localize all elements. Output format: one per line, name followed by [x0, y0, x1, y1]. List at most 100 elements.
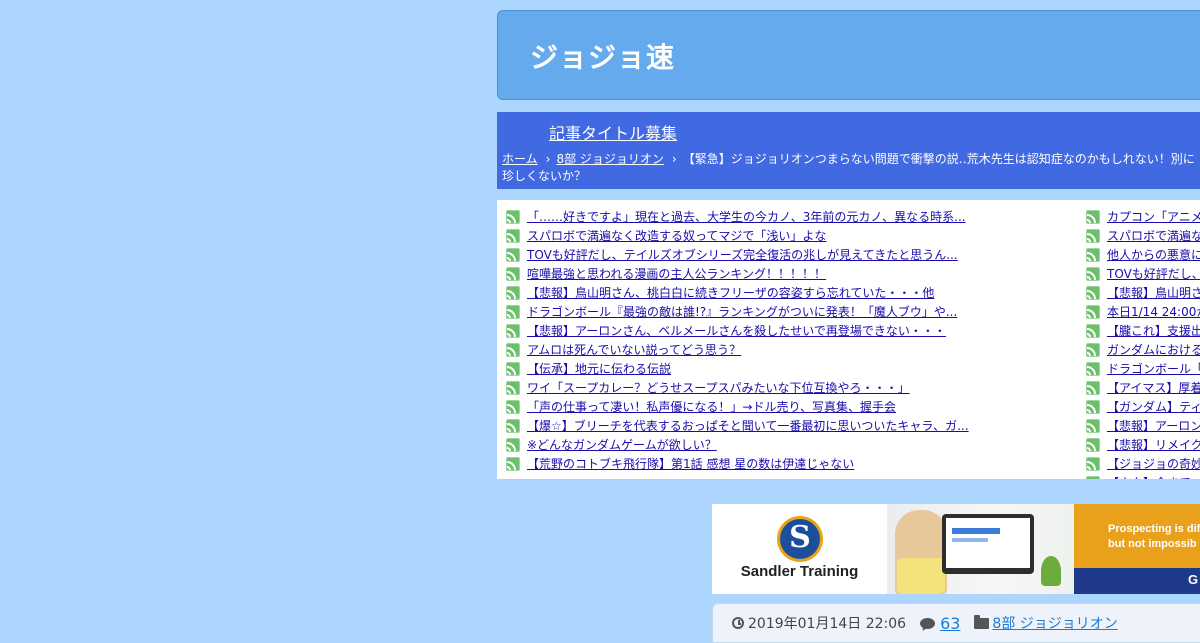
article-meta: 2019年01月14日 22:06 63 8部 ジョジョリオン — [712, 603, 1200, 643]
rss-right-link[interactable]: 【ジョジョの奇妙 — [1107, 455, 1200, 472]
rss-right-link[interactable]: TOVも好評だし、 — [1107, 265, 1200, 282]
rss-left-link[interactable]: アムロは死んでいない説ってどう思う？ — [527, 341, 741, 358]
rss-icon — [1086, 304, 1100, 319]
rss-icon — [1086, 342, 1100, 357]
rss-right-item: スパロボで満遍な — [1086, 226, 1200, 245]
rss-left-item: スパロボで満遍なく改造する奴ってマジで「浅い」よな — [506, 226, 1066, 245]
rss-right-item: 【悲報】リメイク — [1086, 435, 1200, 454]
rss-right-link[interactable]: ガンダムにおける — [1107, 341, 1200, 358]
ad-cta-line2: but not impossib — [1108, 538, 1197, 550]
folder-icon — [974, 614, 990, 629]
sandler-logo-icon: S — [777, 516, 823, 562]
rss-right-link[interactable]: 本日1/14 24:00か — [1107, 303, 1200, 320]
rss-right-item: 【ネタ】今まで — [1086, 473, 1200, 479]
rss-right-item: 【ジョジョの奇妙 — [1086, 454, 1200, 473]
rss-right-item: 【悲報】鳥山明さ — [1086, 283, 1200, 302]
rss-left-link[interactable]: 【悲報】アーロンさん、ベルメールさんを殺したせいで再登場できない・・・ — [527, 322, 946, 339]
rss-right-link[interactable]: 【ガンダム】ティ — [1107, 398, 1200, 415]
breadcrumb: ホーム › 8部 ジョジョリオン › 【緊急】ジョジョリオンつまらない問題で衝撃の説‥荒… — [502, 151, 1200, 185]
ad-cta[interactable]: Prospecting is diff but not impossib G — [1074, 504, 1200, 594]
rss-right-link[interactable]: 【朧これ】支援出 — [1107, 322, 1200, 339]
rss-right-item: 【悲報】アーロン — [1086, 416, 1200, 435]
rss-icon — [1086, 228, 1100, 243]
rss-icon — [1086, 361, 1100, 376]
rss-left-item: 【荒野のコトブキ飛行隊】第1話 感想 星の数は伊達じゃない — [506, 454, 1066, 473]
rss-right-link[interactable]: 【アイマス】厚着 — [1107, 379, 1200, 396]
rss-left-item: 【伝承】地元に伝わる伝説 — [506, 359, 1066, 378]
rss-left-item: 【悲報】鳥山明さん、桃白白に続きフリーザの容姿すら忘れていた・・・他 — [506, 283, 1066, 302]
rss-left-link[interactable]: ドラゴンボール『最強の敵は誰!?』ランキングがついに発表！「魔人ブウ」や... — [527, 303, 957, 320]
rss-icon — [1086, 475, 1100, 479]
rss-icon — [1086, 285, 1100, 300]
rss-right-item: 【朧これ】支援出 — [1086, 321, 1200, 340]
rss-right-item: ガンダムにおける — [1086, 340, 1200, 359]
rss-left-item: 「声の仕事って凄い！私声優になる！」→ドル売り、写真集、握手会 — [506, 397, 1066, 416]
rss-link-panel: 「……好きですよ」現在と過去、大学生の今カノ、3年前の元カノ、異なる時系... ス… — [497, 200, 1200, 479]
ad-cta-line1: Prospecting is diff — [1108, 523, 1200, 535]
breadcrumb-home[interactable]: ホーム — [502, 152, 538, 166]
rss-right-link[interactable]: 【ネタ】今まで — [1107, 474, 1191, 479]
site-header: ジョジョ速 — [497, 10, 1200, 100]
rss-left-item: TOVも好評だし、テイルズオブシリーズ完全復活の兆しが見えてきたと思うん... — [506, 245, 1066, 264]
rss-icon — [1086, 437, 1100, 452]
rss-icon — [506, 247, 520, 262]
rss-right-link[interactable]: カプコン「アニメ — [1107, 208, 1200, 225]
rss-right-link[interactable]: 【悲報】アーロン — [1107, 417, 1200, 434]
rss-left-item: 【爆☆】ブリーチを代表するおっぱそと聞いて一番最初に思いついたキャラ、ガ... — [506, 416, 1066, 435]
rss-icon — [1086, 247, 1100, 262]
rss-left-link[interactable]: 【荒野のコトブキ飛行隊】第1話 感想 星の数は伊達じゃない — [527, 455, 854, 472]
ad-cta-button[interactable]: G — [1188, 572, 1198, 587]
ad-cta-strip: G — [1074, 568, 1200, 594]
rss-icon — [506, 361, 520, 376]
rss-left-link[interactable]: 喧嘩最強と思われる漫画の主人公ランキング！！！！！ — [527, 265, 826, 282]
rss-left-link[interactable]: 「……好きですよ」現在と過去、大学生の今カノ、3年前の元カノ、異なる時系... — [527, 208, 966, 225]
rss-right-item: 【アイマス】厚着 — [1086, 378, 1200, 397]
rss-left-link[interactable]: 「声の仕事って凄い！私声優になる！」→ドル売り、写真集、握手会 — [527, 398, 896, 415]
rss-icon — [1086, 323, 1100, 338]
rss-left-link[interactable]: 【伝承】地元に伝わる伝説 — [527, 360, 671, 377]
rss-left-link[interactable]: スパロボで満遍なく改造する奴ってマジで「浅い」よな — [527, 227, 826, 244]
rss-left-link[interactable]: 【悲報】鳥山明さん、桃白白に続きフリーザの容姿すら忘れていた・・・他 — [527, 284, 934, 301]
rss-list-right: カプコン「アニメ スパロボで満遍な 他人からの悪意に TOVも好評だし、 【悲報】鳥山明… — [1086, 207, 1200, 479]
rss-icon — [1086, 266, 1100, 281]
rss-icon — [506, 399, 520, 414]
rss-icon — [1086, 209, 1100, 224]
nav-bar: 記事タイトル募集 ホーム › 8部 ジョジョリオン › 【緊急】ジョジョリオンつまらない… — [497, 112, 1200, 189]
rss-icon — [506, 323, 520, 338]
rss-right-link[interactable]: ドラゴンボール「 — [1107, 360, 1200, 377]
ad-banner[interactable]: S Sandler Training Prospecting is diff b… — [712, 504, 1200, 594]
ad-monitor-image — [942, 514, 1034, 574]
rss-list-left: 「……好きですよ」現在と過去、大学生の今カノ、3年前の元カノ、異なる時系... ス… — [506, 207, 1066, 473]
rss-right-item: ドラゴンボール「 — [1086, 359, 1200, 378]
rss-left-item: 喧嘩最強と思われる漫画の主人公ランキング！！！！！ — [506, 264, 1066, 283]
post-date: 2019年01月14日 22:06 — [748, 616, 907, 632]
rss-left-link[interactable]: 【爆☆】ブリーチを代表するおっぱそと聞いて一番最初に思いついたキャラ、ガ... — [527, 417, 969, 434]
rss-left-item: ※どんなガンダムゲームが欲しい？ — [506, 435, 1066, 454]
rss-right-link[interactable]: 【悲報】鳥山明さ — [1107, 284, 1200, 301]
rss-right-link[interactable]: 【悲報】リメイク — [1107, 436, 1200, 453]
rss-right-link[interactable]: スパロボで満遍な — [1107, 227, 1200, 244]
post-category[interactable]: 8部 ジョジョリオン — [992, 613, 1117, 633]
rss-left-link[interactable]: ※どんなガンダムゲームが欲しい？ — [527, 436, 717, 453]
rss-left-link[interactable]: TOVも好評だし、テイルズオブシリーズ完全復活の兆しが見えてきたと思うん... — [527, 246, 958, 263]
site-title[interactable]: ジョジョ速 — [530, 36, 675, 76]
rss-icon — [1086, 399, 1100, 414]
comment-icon — [920, 617, 936, 629]
ad-plant-image — [1041, 556, 1061, 586]
rss-left-item: 「……好きですよ」現在と過去、大学生の今カノ、3年前の元カノ、異なる時系... — [506, 207, 1066, 226]
ad-person-image — [895, 510, 947, 594]
rss-left-link[interactable]: ワイ「スープカレー？どうせスープスパみたいな下位互換やろ・・・」 — [527, 379, 910, 396]
rss-left-item: アムロは死んでいない説ってどう思う？ — [506, 340, 1066, 359]
ad-photo — [887, 504, 1074, 594]
clock-icon — [732, 617, 744, 629]
rss-icon — [506, 380, 520, 395]
nav-item-title-request[interactable]: 記事タイトル募集 — [549, 120, 677, 144]
rss-left-item: 【悲報】アーロンさん、ベルメールさんを殺したせいで再登場できない・・・ — [506, 321, 1066, 340]
ad-logo-letter: S — [789, 520, 811, 555]
rss-icon — [1086, 418, 1100, 433]
rss-right-link[interactable]: 他人からの悪意に — [1107, 246, 1200, 263]
rss-right-item: 他人からの悪意に — [1086, 245, 1200, 264]
rss-right-item: 本日1/14 24:00か — [1086, 302, 1200, 321]
breadcrumb-category[interactable]: 8部 ジョジョリオン — [556, 152, 663, 166]
ad-logo: S Sandler Training — [712, 504, 887, 594]
